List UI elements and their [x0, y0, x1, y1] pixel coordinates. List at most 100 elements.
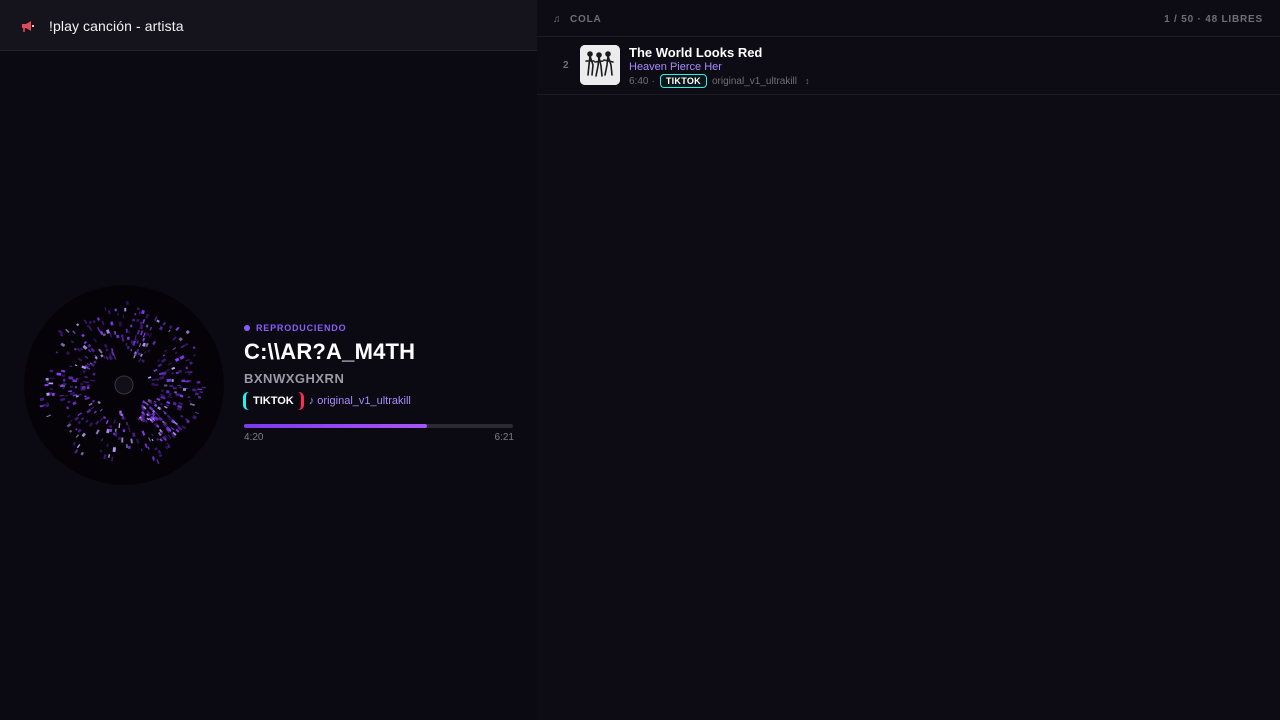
- progress-times: 4:20 6:21: [244, 432, 514, 443]
- visualizer-dot: [117, 436, 121, 440]
- track-title: C:\\AR?A_M4TH: [244, 339, 416, 364]
- visualizer-dot: [136, 318, 140, 322]
- visualizer-dot: [130, 324, 133, 328]
- visualizer-dot: [164, 384, 168, 387]
- visualizer-dot: [197, 395, 202, 399]
- queue-item-index: 2: [563, 60, 569, 71]
- track-tags: TIKTOK ♪ original_v1_ultrakill: [244, 392, 514, 410]
- visualizer-dot: [121, 416, 124, 420]
- visualizer-dot: [122, 429, 126, 433]
- visualizer-dot: [195, 392, 199, 396]
- visualizer-dot: [120, 413, 124, 416]
- left-panel: !play canción - artista REPRODUCIENDO C:…: [0, 0, 537, 720]
- visualizer-dot: [49, 392, 53, 395]
- visualizer-dot: [83, 381, 86, 383]
- visualizer-dot: [134, 312, 137, 316]
- visualizer-dot: [172, 387, 177, 390]
- queue-item-sound: original_v1_ultrakill: [711, 75, 797, 87]
- visualizer-dot: [153, 383, 159, 386]
- visualizer-dot: [171, 379, 174, 382]
- visualizer-dot: [87, 384, 91, 387]
- queue-item-thumbnail: [580, 45, 620, 85]
- visualizer-dot: [117, 312, 119, 316]
- visualizer-dot: [130, 340, 134, 344]
- queue-item-meta: 6:40 · TIKTOK original_v1_ultrakill ↕: [629, 74, 810, 88]
- now-playing: REPRODUCIENDO C:\\AR?A_M4TH BXNWXGHXRN T…: [24, 285, 524, 485]
- visualizer-dot: [128, 330, 130, 334]
- queue-item[interactable]: 2 The World Looks Red Heaven Pierce Her …: [537, 37, 1280, 95]
- meta-separator: ·: [651, 75, 655, 87]
- album-art-vinyl: [24, 285, 224, 485]
- visualizer-dot: [194, 390, 198, 392]
- visualizer-dot: [169, 385, 174, 387]
- visualizer-dot: [46, 381, 50, 384]
- visualizer-dot: [177, 385, 181, 386]
- time-current: 4:20: [244, 432, 264, 443]
- progress: 4:20 6:21: [244, 424, 514, 443]
- visualizer-dot: [181, 379, 186, 383]
- visualizer-dot: [80, 382, 84, 386]
- visualizer-dot: [125, 328, 128, 333]
- visualizer-dot: [68, 376, 74, 380]
- progress-bar[interactable]: [244, 424, 513, 428]
- visualizer-dot: [127, 445, 131, 449]
- visualizer-dot: [136, 307, 140, 311]
- visualizer-dot: [61, 384, 64, 386]
- visualizer-dot: [112, 447, 116, 453]
- visualizer-dot: [61, 373, 66, 378]
- visualizer-dot: [122, 314, 124, 319]
- queue-item-duration: 6:40: [629, 75, 649, 87]
- visualizer-dot: [58, 384, 62, 387]
- queue-item-artist: Heaven Pierce Her: [629, 61, 722, 73]
- visualizer-dot: [118, 321, 122, 327]
- visualizer-dot: [165, 390, 170, 394]
- visualizer-dot: [166, 378, 172, 383]
- now-playing-info: REPRODUCIENDO C:\\AR?A_M4TH BXNWXGHXRN T…: [244, 323, 514, 443]
- visualizer-dot: [122, 339, 125, 342]
- visualizer-dot: [185, 380, 190, 383]
- visualizer-dot: [62, 387, 65, 389]
- visualizer-dot: [151, 382, 155, 386]
- music-note-icon: ♫: [553, 14, 561, 25]
- request-bar: !play canción - artista: [0, 0, 537, 51]
- visualizer-dot: [127, 345, 130, 350]
- visualizer-dot: [74, 386, 78, 389]
- queue-header: ♫ COLA 1 / 50 · 48 LIBRES: [537, 0, 1280, 37]
- playback-status: REPRODUCIENDO: [244, 323, 514, 333]
- visualizer-dot: [197, 388, 203, 391]
- status-dot-icon: [244, 325, 250, 331]
- visualizer-dot: [63, 383, 67, 386]
- request-hint: !play canción - artista: [49, 18, 184, 34]
- track-artist: BXNWXGHXRN: [244, 371, 345, 386]
- visualizer-dot: [44, 384, 49, 387]
- visualizer-dot: [196, 381, 201, 384]
- queue-item-source-badge: TIKTOK: [659, 74, 707, 88]
- visualizer-dot: [179, 394, 184, 398]
- queue-item-title: The World Looks Red: [629, 45, 763, 60]
- visualizer-dot: [132, 318, 136, 322]
- visualizer-dot: [49, 387, 54, 391]
- visualizer-dot: [45, 377, 49, 381]
- visualizer-dot: [120, 334, 124, 337]
- time-total: 6:21: [494, 432, 514, 443]
- visualizer-dot: [201, 386, 206, 389]
- visualizer-dot: [124, 417, 126, 420]
- visualizer-dot: [116, 334, 120, 339]
- vinyl-visualizer: [25, 286, 223, 484]
- visualizer-dot: [182, 388, 187, 391]
- visualizer-dot: [124, 307, 127, 312]
- visualizer-dot: [48, 382, 54, 385]
- visualizer-dot: [125, 342, 128, 347]
- visualizer-dot: [84, 381, 90, 384]
- megaphone-icon: [20, 18, 36, 34]
- progress-fill: [244, 424, 427, 428]
- visualizer-dot: [62, 378, 66, 382]
- source-badge: TIKTOK: [244, 392, 303, 410]
- queue-label: COLA: [570, 14, 602, 25]
- visualizer-dot: [112, 432, 116, 435]
- status-label: REPRODUCIENDO: [256, 323, 347, 333]
- visualizer-dot: [69, 385, 74, 389]
- sound-name: ♪ original_v1_ultrakill: [308, 395, 411, 407]
- queue-item-extra: ↕: [805, 76, 810, 86]
- visualizer-dot: [179, 386, 183, 389]
